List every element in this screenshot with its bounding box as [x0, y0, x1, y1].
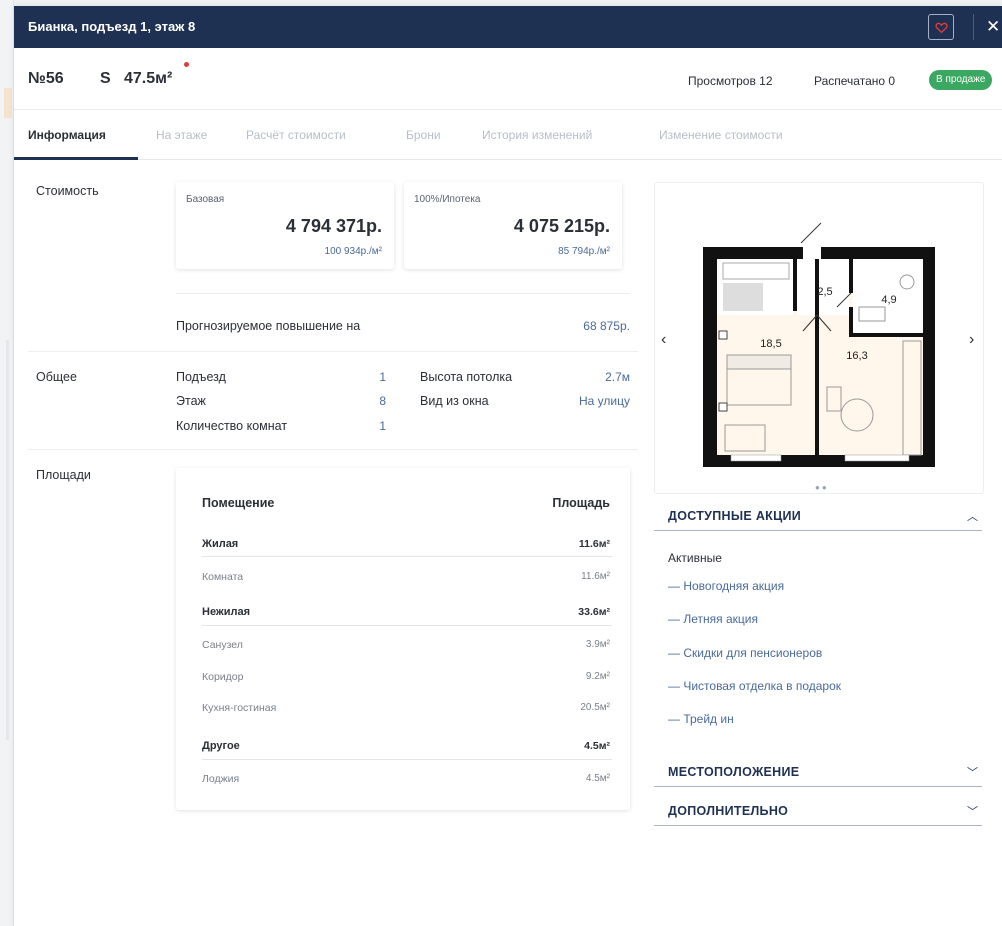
- table-row-name: Санузел: [202, 639, 243, 651]
- tab-bar: Информация На этаже Расчёт стоимости Бро…: [14, 110, 1002, 160]
- panel-header: Бианка, подъезд 1, этаж 8 ✕: [14, 6, 1002, 48]
- promotion-link[interactable]: — Трейд ин: [668, 712, 734, 726]
- areas-table: Помещение Площадь Жилая 11.6м² Комната 1…: [176, 468, 630, 810]
- heart-icon: [934, 22, 948, 33]
- background-accent: [4, 88, 12, 118]
- tab-bookings[interactable]: Брони: [406, 128, 441, 142]
- general-value: 1: [379, 419, 386, 433]
- promotion-link[interactable]: — Скидки для пенсионеров: [668, 646, 822, 660]
- accordion-promotions[interactable]: ДОСТУПНЫЕ АКЦИИ ︿: [654, 501, 982, 531]
- forecast-label: Прогнозируемое повышение на: [176, 319, 361, 333]
- apartment-number: №56: [28, 70, 64, 87]
- table-row-value: 4.5м²: [585, 773, 610, 784]
- group-name: Другое: [202, 740, 240, 752]
- room-label: 18,5: [760, 338, 781, 350]
- group-total: 11.6м²: [578, 538, 610, 550]
- table-row-name: Лоджия: [202, 773, 240, 785]
- accordion-location[interactable]: МЕСТОПОЛОЖЕНИЕ ﹀: [654, 757, 982, 787]
- divider: [202, 556, 612, 557]
- panel-title: Бианка, подъезд 1, этаж 8: [28, 19, 196, 34]
- chevron-down-icon: ﹀: [967, 806, 978, 818]
- general-value: На улицу: [579, 394, 630, 408]
- apartment-area: 47.5м²: [124, 70, 173, 87]
- group-total: 33.6м²: [578, 606, 610, 618]
- price-card-mortgage: 100%/Ипотека 4 075 215р. 85 794р./м²: [404, 182, 622, 269]
- table-row-name: Комната: [202, 571, 244, 583]
- background-scrollbar: [6, 340, 9, 740]
- table-row-value: 20.5м²: [580, 702, 610, 713]
- tab-price-changes[interactable]: Изменение стоимости: [659, 128, 783, 142]
- price-card-label: 100%/Ипотека: [414, 194, 481, 205]
- general-value: 8: [379, 394, 386, 408]
- active-tab-indicator: [14, 157, 138, 160]
- accordion-title: ДОПОЛНИТЕЛЬНО: [668, 804, 789, 818]
- table-header-area: Площадь: [552, 496, 610, 510]
- chevron-left-icon[interactable]: ‹: [661, 331, 666, 349]
- header-divider: [973, 14, 974, 40]
- room-label: 4,9: [881, 294, 896, 306]
- accordion-additional[interactable]: ДОПОЛНИТЕЛЬНО ﹀: [654, 796, 982, 826]
- tab-information[interactable]: Информация: [28, 128, 106, 142]
- table-row-value: 3.9м²: [585, 639, 610, 650]
- general-key: Подъезд: [176, 370, 226, 384]
- price-card-per-m2: 100 934р./м²: [324, 246, 382, 257]
- general-key: Этаж: [176, 394, 206, 408]
- price-card-per-m2: 85 794р./м²: [558, 246, 610, 257]
- table-row-value: 9.2м²: [585, 671, 610, 682]
- general-key: Вид из окна: [420, 394, 489, 408]
- tab-change-history[interactable]: История изменений: [482, 128, 592, 142]
- views-count: Просмотров 12: [688, 74, 773, 88]
- room-label: 16,3: [846, 350, 867, 362]
- printed-count: Распечатано 0: [814, 74, 896, 88]
- promotion-link[interactable]: — Новогодняя акция: [668, 579, 784, 593]
- area-prefix: S: [100, 70, 111, 87]
- marker-dot: [184, 62, 189, 67]
- promotion-link[interactable]: — Летняя акция: [668, 612, 758, 626]
- divider: [176, 293, 630, 294]
- chevron-down-icon: ﹀: [967, 767, 978, 779]
- price-card-value: 4 794 371р.: [285, 216, 382, 236]
- price-card-value: 4 075 215р.: [513, 216, 610, 236]
- status-badge: В продаже: [929, 70, 993, 90]
- accordion-title: МЕСТОПОЛОЖЕНИЕ: [668, 765, 800, 779]
- apartment-panel: Бианка, подъезд 1, этаж 8 ✕ №56 S 47.5м²…: [14, 6, 1002, 926]
- general-key: Количество комнат: [176, 419, 288, 433]
- divider: [28, 449, 638, 450]
- chevron-right-icon[interactable]: ›: [969, 331, 974, 349]
- room-label: 2,5: [817, 286, 832, 298]
- table-row-name: Коридор: [202, 671, 244, 683]
- general-key: Высота потолка: [420, 370, 513, 384]
- chevron-up-icon: ︿: [967, 511, 978, 523]
- table-row-value: 11.6м²: [581, 571, 610, 582]
- divider: [202, 759, 612, 760]
- tab-on-floor[interactable]: На этаже: [156, 128, 207, 142]
- floor-plan-image: 2,5 4,9 18,5 16,3: [703, 222, 935, 467]
- background-page-edge: [0, 0, 14, 926]
- table-row-name: Кухня-гостиная: [202, 702, 277, 714]
- section-label-areas: Площади: [36, 468, 91, 482]
- favorite-button[interactable]: [928, 14, 954, 40]
- apartment-summary: №56 S 47.5м² Просмотров 12 Распечатано 0…: [14, 48, 1002, 110]
- carousel-dots[interactable]: ●●: [815, 483, 829, 492]
- table-header-room: Помещение: [202, 496, 275, 510]
- price-card-base: Базовая 4 794 371р. 100 934р./м²: [176, 182, 394, 269]
- price-card-label: Базовая: [186, 194, 225, 205]
- close-button[interactable]: ✕: [986, 16, 1002, 38]
- tab-cost-calculation[interactable]: Расчёт стоимости: [246, 128, 346, 142]
- group-name: Жилая: [202, 538, 239, 550]
- group-name: Нежилая: [202, 606, 251, 618]
- divider: [202, 625, 612, 626]
- promotion-link[interactable]: — Чистовая отделка в подарок: [668, 679, 841, 693]
- general-value: 2.7м: [605, 370, 630, 384]
- divider: [28, 351, 638, 352]
- promotions-subtitle: Активные: [668, 551, 722, 565]
- general-value: 1: [379, 370, 386, 384]
- floor-plan-carousel: ‹ › 2,5 4,9 18,5 16,3 ●●: [654, 182, 984, 494]
- forecast-value: 68 875р.: [583, 319, 630, 333]
- section-label-cost: Стоимость: [36, 184, 99, 198]
- group-total: 4.5м²: [584, 740, 610, 752]
- section-label-general: Общее: [36, 370, 77, 384]
- accordion-title: ДОСТУПНЫЕ АКЦИИ: [668, 509, 802, 523]
